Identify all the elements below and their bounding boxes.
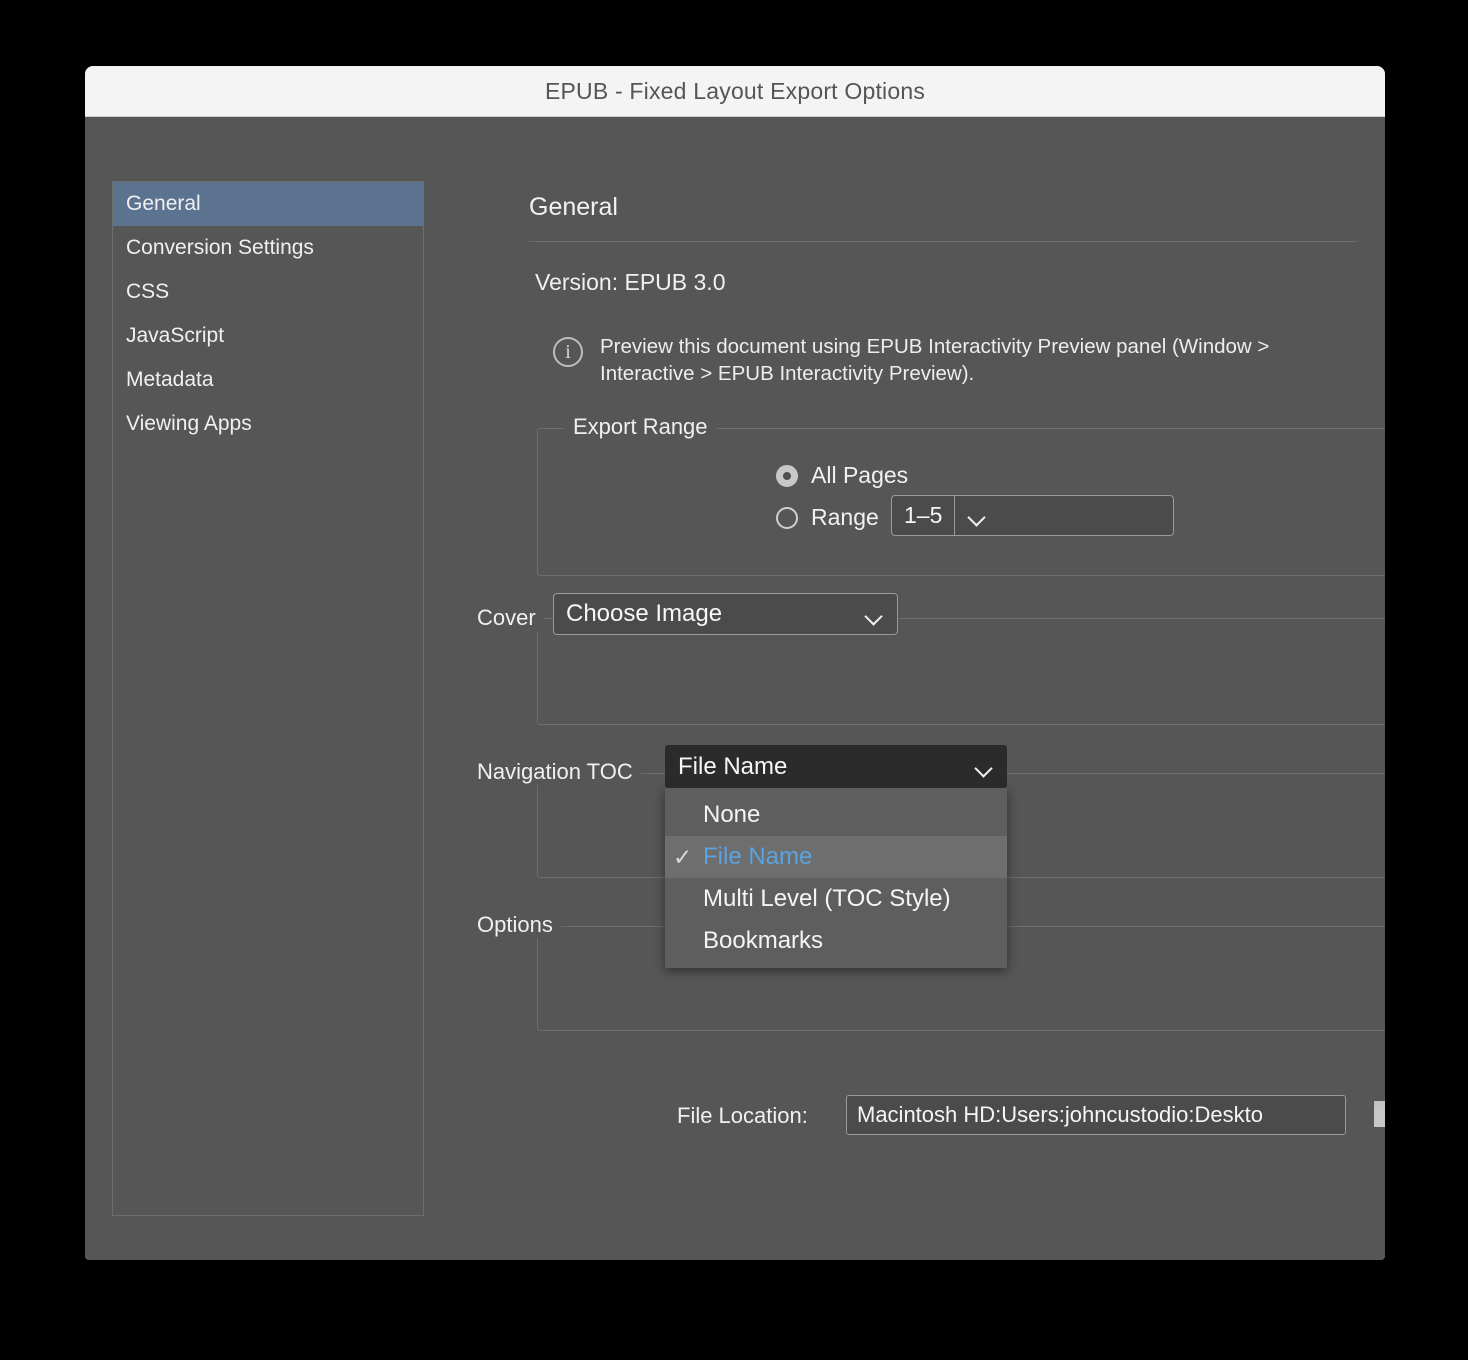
range-dropdown-button[interactable] — [954, 496, 999, 535]
navigation-toc-select-value: File Name — [678, 752, 788, 780]
menu-item-multi-level[interactable]: Multi Level (TOC Style) — [665, 878, 1007, 920]
radio-range-indicator[interactable] — [776, 506, 798, 529]
sidebar-item-css[interactable]: CSS — [113, 270, 423, 314]
cover-legend: Cover — [469, 605, 544, 631]
navigation-toc-select-arrow[interactable] — [961, 762, 1007, 771]
sidebar-item-general[interactable]: General — [113, 182, 423, 226]
menu-item-file-name[interactable]: ✓ File Name — [665, 836, 1007, 878]
navigation-toc-dropdown-menu[interactable]: None ✓ File Name Multi Level (TOC Style)… — [665, 788, 1007, 968]
menu-item-none[interactable]: None — [665, 794, 1007, 836]
epub-export-options-dialog: EPUB - Fixed Layout Export Options Gener… — [85, 66, 1385, 1260]
folder-icon[interactable] — [1370, 1096, 1385, 1134]
chevron-down-icon — [866, 610, 882, 619]
radio-all-pages-indicator[interactable] — [776, 464, 798, 487]
sidebar-item-label: Metadata — [126, 368, 214, 391]
sidebar-item-label: Conversion Settings — [126, 236, 314, 259]
range-input-value[interactable]: 1–5 — [892, 496, 954, 535]
menu-item-label: File Name — [703, 843, 813, 870]
radio-range[interactable]: Range — [776, 504, 879, 531]
radio-all-pages[interactable]: All Pages — [776, 462, 908, 489]
sidebar-item-conversion-settings[interactable]: Conversion Settings — [113, 226, 423, 270]
version-label: Version: EPUB 3.0 — [535, 269, 726, 295]
sidebar-item-viewing-apps[interactable]: Viewing Apps — [113, 402, 423, 446]
info-circle-icon: i — [553, 337, 583, 367]
dialog-titlebar: EPUB - Fixed Layout Export Options — [85, 66, 1385, 117]
sidebar-item-javascript[interactable]: JavaScript — [113, 314, 423, 358]
range-input[interactable]: 1–5 — [891, 495, 1174, 536]
sidebar-item-label: JavaScript — [126, 324, 225, 347]
radio-all-pages-label: All Pages — [811, 462, 909, 488]
export-range-group: Export Range All Pages Range 1–5 — [537, 414, 1385, 576]
sidebar-item-label: CSS — [126, 280, 170, 303]
check-icon: ✓ — [673, 843, 693, 870]
menu-item-label: Bookmarks — [703, 927, 824, 954]
menu-item-label: Multi Level (TOC Style) — [703, 885, 951, 912]
dialog-body: General Conversion Settings CSS JavaScri… — [85, 117, 1385, 1260]
info-message-text: Preview this document using EPUB Interac… — [600, 335, 1270, 386]
chevron-down-icon — [976, 762, 992, 771]
file-location-input[interactable]: Macintosh HD:Users:johncustodio:Deskto — [846, 1095, 1346, 1135]
pane-title: General — [529, 193, 618, 221]
cover-select[interactable]: Choose Image — [553, 593, 898, 635]
sidebar-item-label: General — [126, 192, 201, 215]
export-range-legend: Export Range — [564, 414, 717, 440]
radio-range-label: Range — [811, 504, 879, 530]
navigation-toc-legend: Navigation TOC — [469, 759, 641, 785]
menu-item-label: None — [703, 801, 761, 828]
menu-item-bookmarks[interactable]: Bookmarks — [665, 920, 1007, 962]
sidebar-item-metadata[interactable]: Metadata — [113, 358, 423, 402]
sidebar-item-label: Viewing Apps — [126, 412, 252, 435]
navigation-toc-select[interactable]: File Name — [665, 745, 1007, 788]
file-location-label: File Location: — [677, 1103, 808, 1128]
settings-category-list[interactable]: General Conversion Settings CSS JavaScri… — [112, 181, 424, 1216]
screen: EPUB - Fixed Layout Export Options Gener… — [0, 0, 1468, 1360]
chevron-down-icon — [969, 511, 985, 520]
info-message: i Preview this document using EPUB Inter… — [553, 333, 1337, 387]
options-legend: Options — [469, 912, 561, 938]
dialog-title: EPUB - Fixed Layout Export Options — [544, 77, 926, 104]
pane-divider — [529, 241, 1357, 242]
general-settings-pane: General Version: EPUB 3.0 i Preview this… — [443, 181, 1385, 1241]
cover-select-arrow[interactable] — [851, 610, 897, 619]
cover-select-value: Choose Image — [566, 600, 723, 627]
